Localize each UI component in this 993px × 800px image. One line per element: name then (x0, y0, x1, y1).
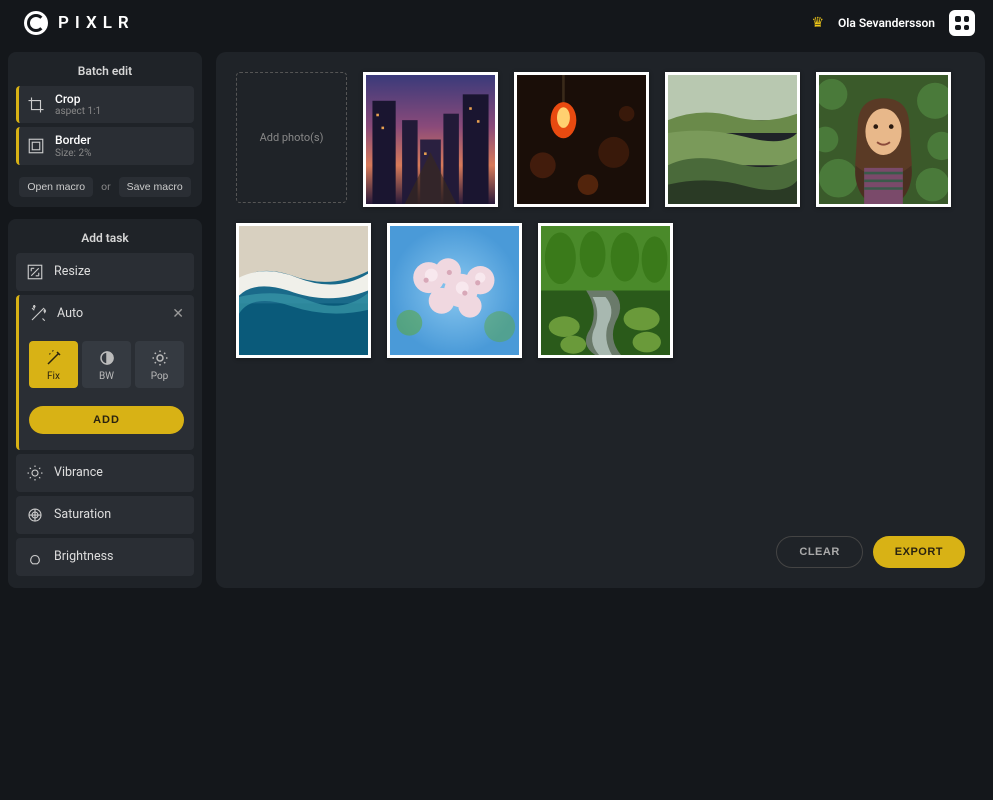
pixlr-logo-icon (24, 11, 48, 35)
photo-thumbnail[interactable] (236, 223, 371, 358)
border-icon (27, 137, 45, 155)
clear-button[interactable]: CLEAR (776, 536, 862, 568)
task-option-saturation[interactable]: Saturation (16, 496, 194, 534)
vibrance-icon (26, 464, 44, 482)
content-actions: CLEAR EXPORT (236, 518, 965, 568)
apps-menu-button[interactable] (949, 10, 975, 36)
auto-icon (29, 305, 47, 323)
task-border[interactable]: Border Size: 2% (16, 127, 194, 164)
app-header: PIXLR ♛ Ola Sevandersson (0, 0, 993, 46)
macro-row: Open macro or Save macro (16, 169, 194, 199)
contrast-icon (98, 349, 116, 367)
add-task-button[interactable]: ADD (29, 406, 184, 434)
auto-option-bw[interactable]: BW (82, 341, 131, 388)
task-option-vibrance[interactable]: Vibrance (16, 454, 194, 492)
close-icon[interactable]: ✕ (172, 306, 184, 322)
photo-thumbnail[interactable] (514, 72, 649, 207)
brand-name: PIXLR (58, 13, 135, 33)
wand-icon (45, 349, 63, 367)
add-task-title: Add task (16, 227, 194, 253)
task-option-brightness[interactable]: Brightness (16, 538, 194, 576)
sun-icon (151, 349, 169, 367)
auto-option-fix[interactable]: Fix (29, 341, 78, 388)
brand-logo[interactable]: PIXLR (24, 11, 135, 35)
photo-thumbnail[interactable] (665, 72, 800, 207)
sidebar: Batch edit Crop aspect 1:1 Border Size: … (8, 52, 202, 588)
photo-thumbnail[interactable] (816, 72, 951, 207)
photo-thumbnail[interactable] (363, 72, 498, 207)
auto-options: Fix BW Pop (29, 341, 184, 388)
auto-option-pop[interactable]: Pop (135, 341, 184, 388)
photo-thumbnail[interactable] (387, 223, 522, 358)
photo-grid: Add photo(s) (236, 72, 965, 358)
crown-icon: ♛ (811, 15, 824, 31)
macro-or-label: or (101, 180, 111, 193)
content-area: Add photo(s) (216, 52, 985, 588)
add-photo-tile[interactable]: Add photo(s) (236, 72, 347, 203)
crop-icon (27, 96, 45, 114)
task-crop[interactable]: Crop aspect 1:1 (16, 86, 194, 123)
photo-thumbnail[interactable] (538, 223, 673, 358)
task-option-resize[interactable]: Resize (16, 253, 194, 291)
brightness-icon (26, 548, 44, 566)
add-task-panel: Add task Resize Auto ✕ Fix (8, 219, 202, 588)
batch-edit-title: Batch edit (16, 60, 194, 86)
saturation-icon (26, 506, 44, 524)
username-label[interactable]: Ola Sevandersson (838, 16, 935, 30)
resize-icon (26, 263, 44, 281)
save-macro-button[interactable]: Save macro (119, 177, 191, 197)
export-button[interactable]: EXPORT (873, 536, 965, 568)
batch-edit-panel: Batch edit Crop aspect 1:1 Border Size: … (8, 52, 202, 207)
task-option-auto[interactable]: Auto ✕ Fix BW Pop (16, 295, 194, 450)
open-macro-button[interactable]: Open macro (19, 177, 93, 197)
